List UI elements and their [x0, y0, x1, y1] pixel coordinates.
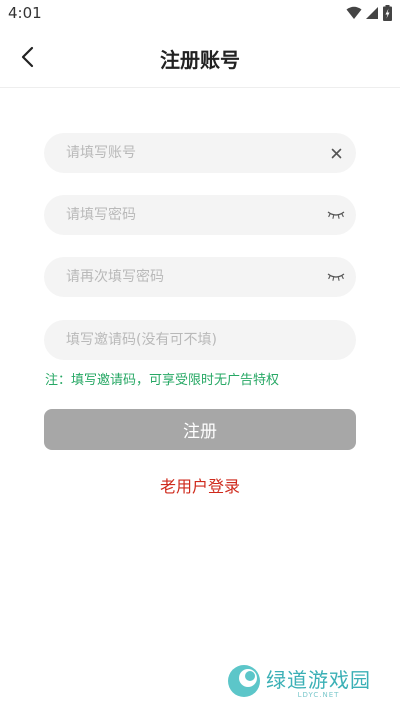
- app-bar: 注册账号: [0, 28, 400, 88]
- password-field: [44, 195, 356, 235]
- old-user-login-link[interactable]: 老用户登录: [0, 473, 400, 497]
- wifi-icon: [346, 6, 362, 19]
- status-time: 4:01: [8, 4, 42, 22]
- toggle-password-visibility[interactable]: [316, 195, 356, 235]
- signal-icon: [366, 7, 378, 19]
- account-input[interactable]: [44, 133, 316, 173]
- watermark-text: 绿道游戏园 LDYC.NET: [266, 664, 371, 699]
- invite-code-field: [44, 320, 356, 360]
- watermark: 绿道游戏园 LDYC.NET: [226, 663, 371, 699]
- watermark-logo-icon: [228, 665, 260, 697]
- status-icons: [346, 5, 392, 21]
- page-title: 注册账号: [160, 48, 240, 72]
- invite-code-input[interactable]: [44, 320, 356, 360]
- toggle-confirm-visibility[interactable]: [316, 257, 356, 297]
- close-icon: [331, 148, 341, 158]
- invite-note: 注：填写邀请码，可享受限时无广告特权: [45, 373, 280, 388]
- password-input[interactable]: [44, 195, 316, 235]
- watermark-url: LDYC.NET: [297, 690, 340, 699]
- watermark-brand: 绿道游戏园: [266, 667, 371, 692]
- confirm-password-input[interactable]: [44, 257, 316, 297]
- register-button[interactable]: 注册: [44, 409, 356, 450]
- battery-icon: [383, 5, 392, 21]
- clear-button[interactable]: [316, 133, 356, 173]
- eye-closed-icon: [327, 211, 345, 219]
- status-bar: 4:01: [0, 0, 400, 28]
- eye-closed-icon: [327, 273, 345, 281]
- account-field: [44, 133, 356, 173]
- confirm-password-field: [44, 257, 356, 297]
